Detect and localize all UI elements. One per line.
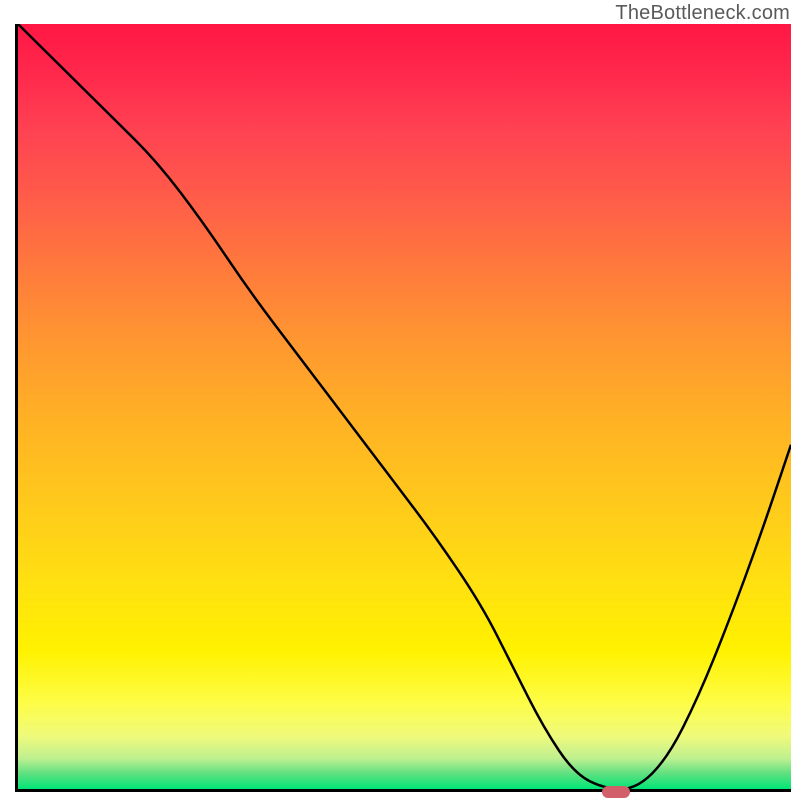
bottleneck-curve (18, 24, 791, 789)
chart-plot-area (15, 24, 791, 792)
watermark-text: TheBottleneck.com (615, 2, 790, 25)
optimal-point-marker (602, 786, 630, 798)
